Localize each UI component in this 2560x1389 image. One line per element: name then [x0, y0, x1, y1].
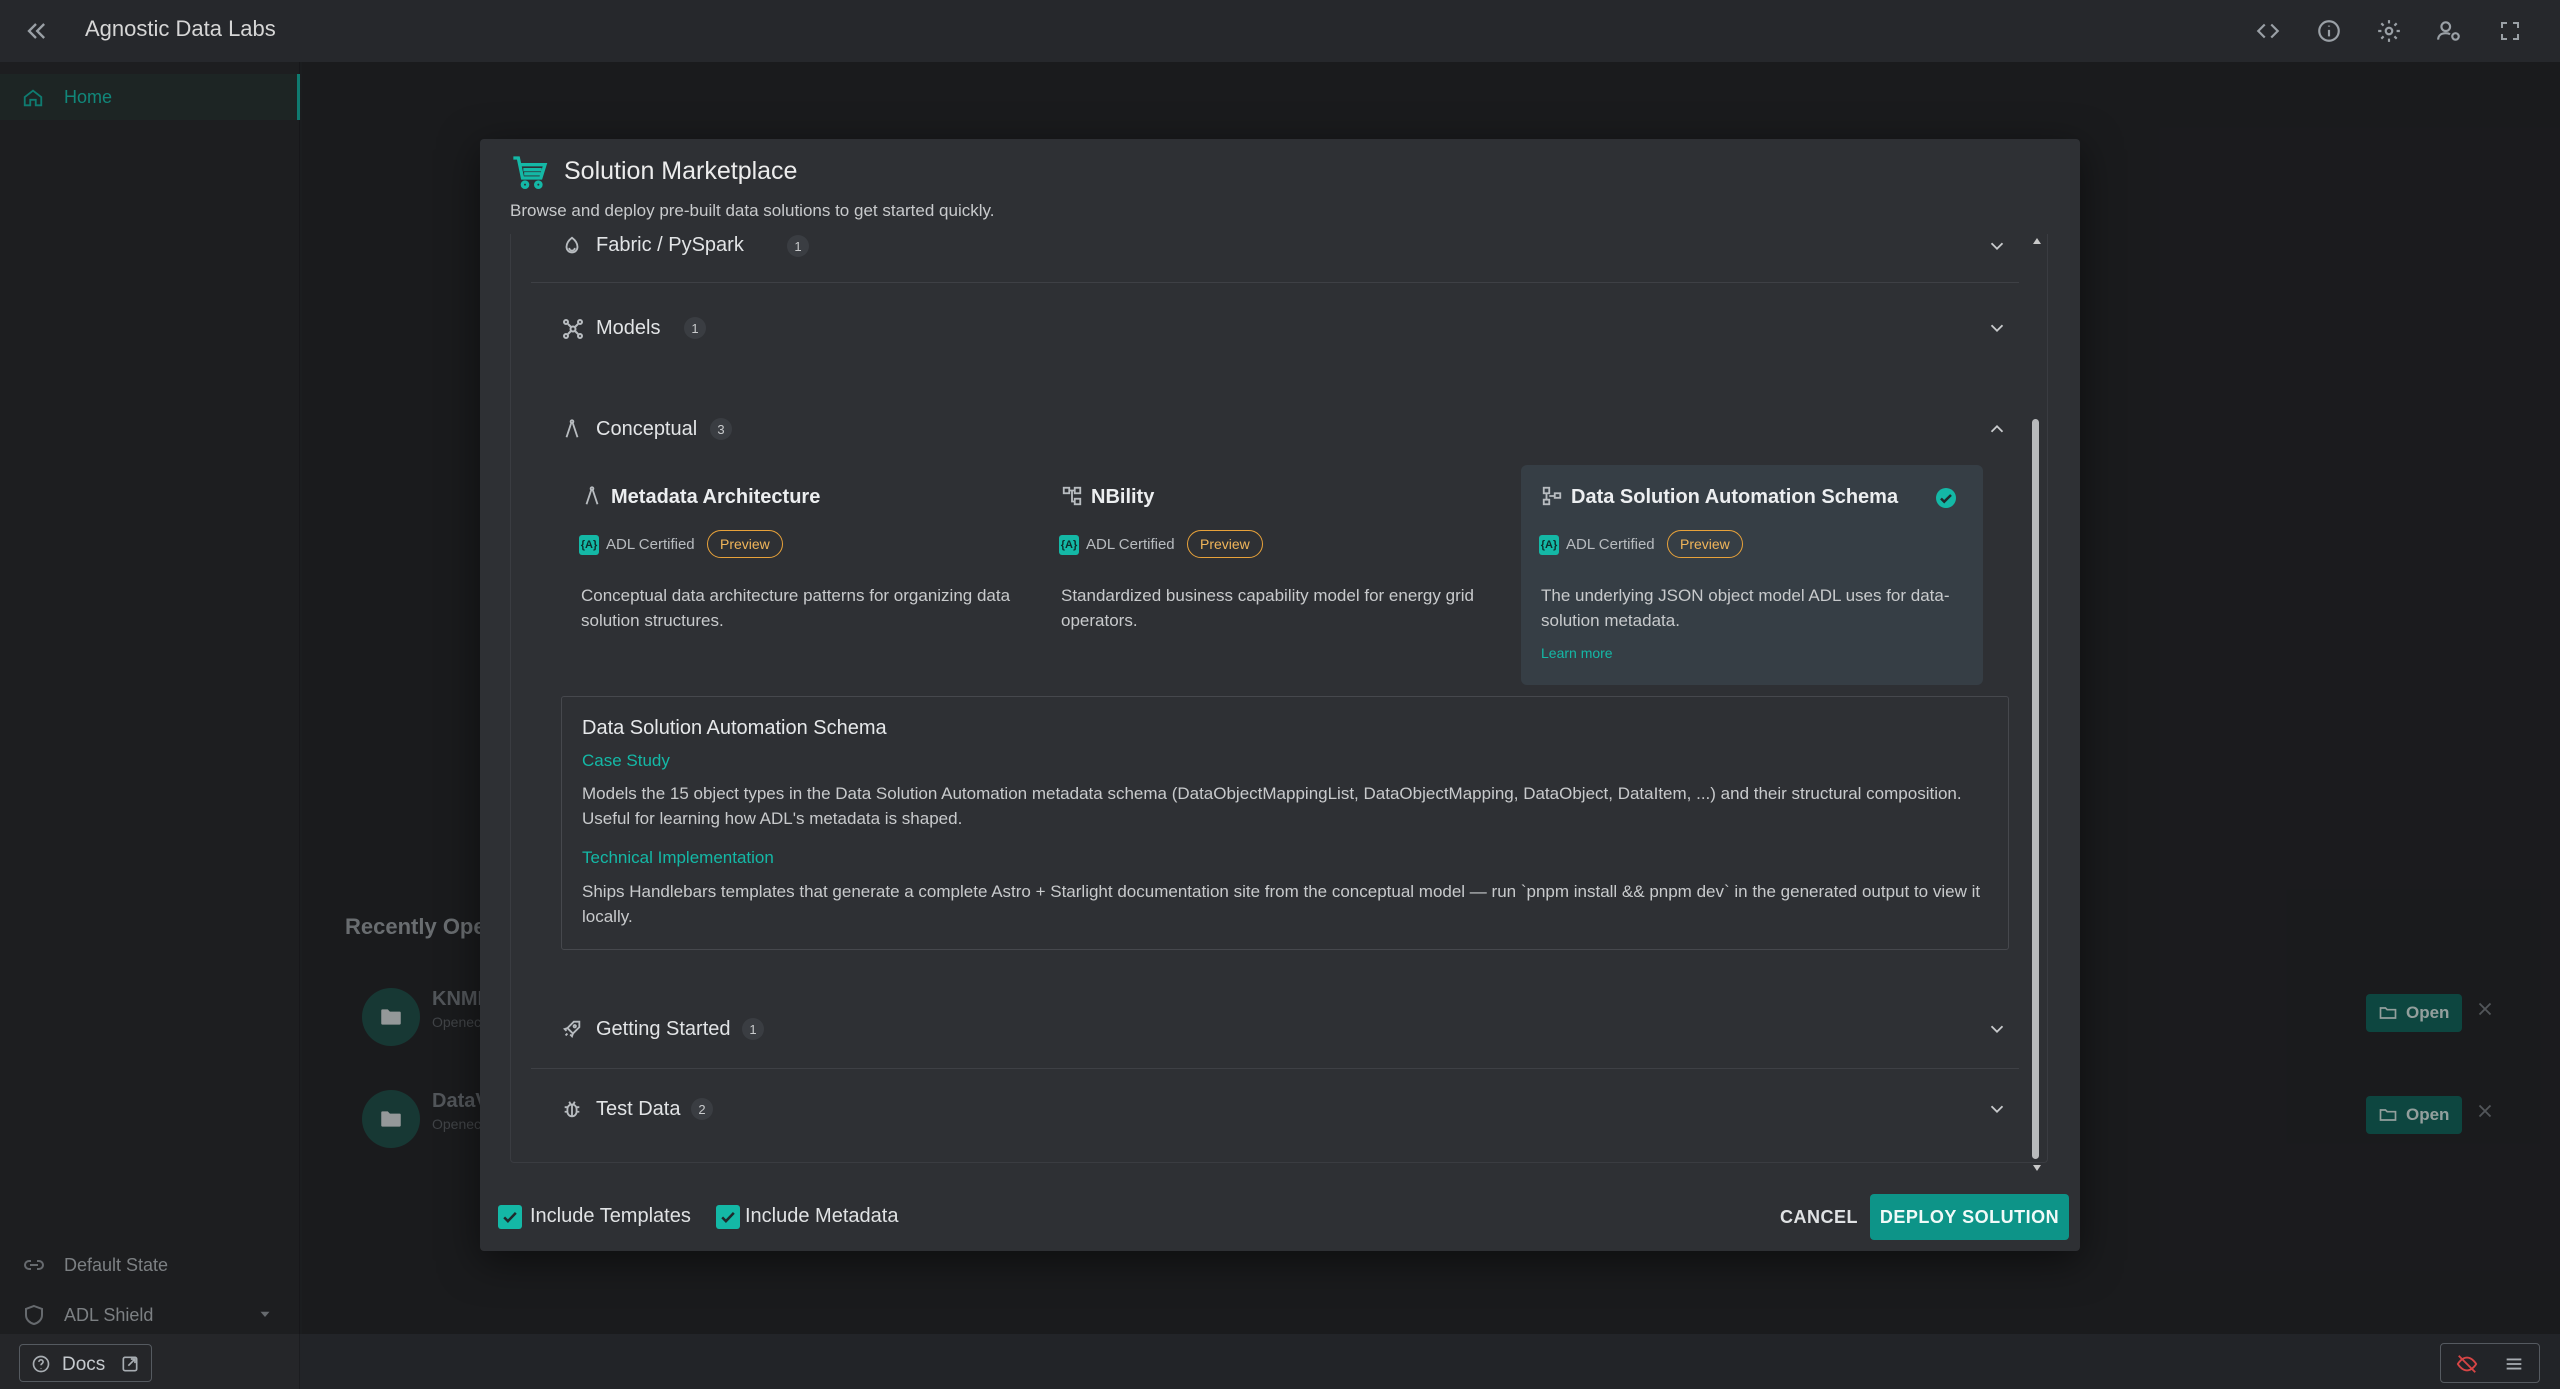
adl-certified-icon: {A} [1059, 535, 1079, 555]
divider [531, 282, 2019, 283]
card-title: Data Solution Automation Schema [1571, 486, 1899, 508]
scrollbar-thumb[interactable] [2032, 419, 2039, 1159]
external-link-icon [120, 1354, 140, 1374]
category-count-badge: 1 [787, 235, 809, 257]
collapse-sidebar-icon[interactable] [22, 17, 50, 45]
card-description: The underlying JSON object model ADL use… [1541, 586, 1950, 630]
technical-implementation-link[interactable]: Technical Implementation [582, 848, 774, 868]
code-icon[interactable] [2252, 15, 2284, 47]
fullscreen-icon[interactable] [2494, 15, 2526, 47]
models-icon [561, 317, 585, 341]
compass-icon [561, 418, 585, 442]
category-models[interactable]: Models 1 [511, 294, 2009, 364]
category-conceptual[interactable]: Conceptual 3 [511, 394, 2009, 464]
solution-card-metadata-architecture[interactable]: Metadata Architecture {A} ADL Certified … [561, 465, 1023, 685]
technical-implementation-text: Ships Handlebars templates that generate… [582, 882, 1981, 926]
dialog-title: Solution Marketplace [564, 157, 798, 185]
include-metadata-label: Include Metadata [745, 1205, 899, 1227]
adl-certified-icon: {A} [1539, 535, 1559, 555]
hierarchy-icon [1061, 485, 1083, 507]
status-bar-controls [2440, 1343, 2540, 1383]
chevron-down-icon[interactable] [1986, 1098, 2008, 1120]
solution-card-data-solution-automation-schema[interactable]: Data Solution Automation Schema {A} ADL … [1521, 465, 1983, 685]
scroll-down-arrow[interactable] [2031, 1163, 2043, 1173]
user-settings-icon[interactable] [2433, 15, 2465, 47]
chevron-down-icon[interactable] [1986, 1018, 2008, 1040]
app-title: Agnostic Data Labs [85, 16, 276, 41]
card-title: Metadata Architecture [611, 486, 821, 508]
certified-label: ADL Certified [1566, 536, 1655, 553]
detail-title: Data Solution Automation Schema [582, 717, 887, 739]
scroll-up-arrow[interactable] [2031, 236, 2043, 246]
top-bar: Agnostic Data Labs [0, 0, 2560, 62]
card-description: Standardized business capability model f… [1061, 586, 1474, 630]
learn-more-link[interactable]: Learn more [1541, 645, 1613, 661]
case-study-link[interactable]: Case Study [582, 751, 670, 771]
category-test-data[interactable]: Test Data 2 [511, 1080, 2009, 1140]
category-label: Getting Started [596, 1018, 731, 1040]
docs-button[interactable]: Docs [19, 1344, 152, 1382]
include-templates-label: Include Templates [530, 1205, 691, 1227]
eye-off-icon[interactable] [2455, 1353, 2479, 1375]
certified-label: ADL Certified [1086, 536, 1175, 553]
check-icon [503, 1211, 517, 1223]
category-getting-started[interactable]: Getting Started 1 [511, 1000, 2009, 1060]
include-metadata-checkbox[interactable] [716, 1205, 740, 1229]
solution-list: Fabric / PySpark 1 Models 1 Conceptual 3 [510, 234, 2048, 1163]
category-count-badge: 2 [691, 1098, 713, 1120]
include-templates-checkbox[interactable] [498, 1205, 522, 1229]
dialog-subtitle: Browse and deploy pre-built data solutio… [510, 201, 995, 220]
case-study-text: Models the 15 object types in the Data S… [582, 784, 1962, 828]
category-fabric-pyspark[interactable]: Fabric / PySpark 1 [511, 234, 2009, 268]
solution-detail-panel: Data Solution Automation Schema Case Stu… [561, 696, 2009, 950]
check-circle-icon [1934, 486, 1958, 510]
category-label: Test Data [596, 1098, 681, 1120]
rocket-icon [561, 1018, 585, 1042]
category-label: Models [596, 317, 661, 339]
preview-badge: Preview [1187, 530, 1263, 558]
adl-certified-icon: {A} [579, 535, 599, 555]
deploy-solution-button[interactable]: DEPLOY SOLUTION [1870, 1194, 2069, 1240]
help-icon [31, 1354, 51, 1374]
category-count-badge: 1 [742, 1018, 764, 1040]
fabric-icon [561, 235, 585, 259]
category-label: Conceptual [596, 418, 698, 440]
compass-icon [581, 485, 603, 507]
check-icon [721, 1211, 735, 1223]
category-count-badge: 3 [710, 418, 732, 440]
info-icon[interactable] [2313, 15, 2345, 47]
category-count-badge: 1 [684, 317, 706, 339]
bug-icon [561, 1098, 585, 1122]
chevron-down-icon[interactable] [1986, 235, 2008, 257]
menu-icon[interactable] [2503, 1353, 2525, 1375]
chevron-up-icon[interactable] [1986, 418, 2008, 440]
gear-icon[interactable] [2373, 15, 2405, 47]
docs-label: Docs [62, 1354, 106, 1375]
certified-label: ADL Certified [606, 536, 695, 553]
category-label: Fabric / PySpark [596, 234, 744, 256]
card-description: Conceptual data architecture patterns fo… [581, 586, 1011, 630]
divider [531, 1068, 2019, 1069]
cart-icon [510, 153, 550, 193]
solution-marketplace-dialog: Solution Marketplace Browse and deploy p… [480, 139, 2080, 1251]
solution-card-nbility[interactable]: NBility {A} ADL Certified Preview Standa… [1041, 465, 1503, 685]
cancel-button[interactable]: CANCEL [1774, 1201, 1864, 1233]
preview-badge: Preview [1667, 530, 1743, 558]
chevron-down-icon[interactable] [1986, 317, 2008, 339]
preview-badge: Preview [707, 530, 783, 558]
card-title: NBility [1091, 486, 1155, 508]
schema-icon [1541, 485, 1563, 507]
